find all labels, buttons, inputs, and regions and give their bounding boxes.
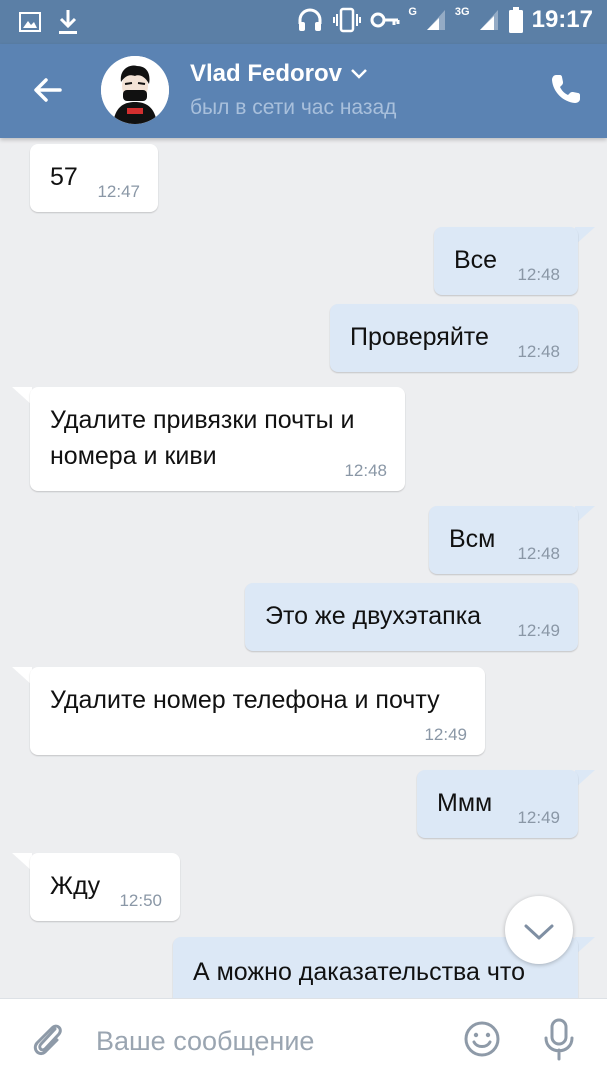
message-outgoing[interactable]: Все 12:48 [434,227,578,295]
headset-icon [298,8,322,31]
bubble-tail [575,506,595,524]
status-bar: G 3G 19:17 [0,0,607,44]
avatar[interactable] [101,56,169,124]
message-text: Все [454,246,498,274]
message-text: А можно даказательства что [193,958,525,986]
signal-icon [426,10,445,30]
message-list[interactable]: 57 12:47 Все 12:48 Проверяйте 12:48 Удал… [0,138,607,998]
battery-icon [508,7,523,33]
signal-icon [479,10,498,30]
back-arrow-icon[interactable] [30,72,66,108]
message-time: 12:48 [344,461,387,480]
message-time: 12:48 [517,544,560,563]
paperclip-icon[interactable] [28,1019,68,1059]
message-text-line-2: номера и киви [50,442,217,470]
message-time: 12:49 [424,725,467,744]
last-seen-status: был в сети час назад [190,96,397,119]
microphone-icon[interactable] [542,1017,576,1061]
message-incoming[interactable]: Жду 12:50 [30,853,180,921]
message-text: 57 [50,163,78,191]
message-outgoing[interactable]: Проверяйте 12:48 [330,304,578,372]
message-text: Ммм [437,789,493,817]
message-text: Жду [50,872,101,900]
clock: 19:17 [531,6,593,33]
message-time: 12:49 [517,621,560,640]
contact-name[interactable]: Vlad Fedorov [190,60,342,88]
message-time: 12:48 [517,265,560,284]
key-icon [370,12,400,28]
chevron-down-icon[interactable] [350,68,368,80]
contact-name-row[interactable]: Vlad Fedorov [190,60,368,88]
bubble-tail [575,227,595,245]
message-input[interactable] [96,1021,436,1061]
message-incoming[interactable]: Удалите привязки почты и номера и киви 1… [30,387,405,491]
message-outgoing[interactable]: Ммм 12:49 [417,770,578,838]
message-time: 12:48 [517,342,560,361]
network-type-label: G [408,6,417,18]
bubble-tail [12,667,32,685]
message-text: Удалите номер телефона и почту [50,686,440,714]
vibrate-icon [333,7,362,33]
image-icon [19,12,41,32]
bubble-tail [12,387,32,405]
message-text: Проверяйте [350,323,489,351]
download-icon [59,10,77,34]
conversation-header: Vlad Fedorov был в сети час назад [0,44,607,138]
message-text: Всм [449,525,496,553]
bubble-tail [12,853,32,871]
bubble-tail [575,770,595,788]
message-outgoing[interactable]: Всм 12:48 [429,506,578,574]
message-composer [0,998,607,1080]
scroll-to-bottom-button[interactable] [505,896,573,964]
phone-icon[interactable] [549,72,583,106]
message-time: 12:49 [517,808,560,827]
message-text-line-1: Удалите привязки почты и [50,406,355,434]
message-incoming[interactable]: Удалите номер телефона и почту 12:49 [30,667,485,755]
network-type-label: 3G [454,6,470,18]
message-time: 12:47 [97,182,140,201]
bubble-tail [575,937,595,955]
message-time: 12:50 [119,891,162,910]
chevron-down-icon [524,924,554,940]
emoji-icon[interactable] [462,1019,502,1059]
message-outgoing[interactable]: Это же двухэтапка 12:49 [245,583,578,651]
message-text: Это же двухэтапка [265,602,482,630]
avatar-illustration [101,56,169,124]
message-incoming[interactable]: 57 12:47 [30,144,158,212]
